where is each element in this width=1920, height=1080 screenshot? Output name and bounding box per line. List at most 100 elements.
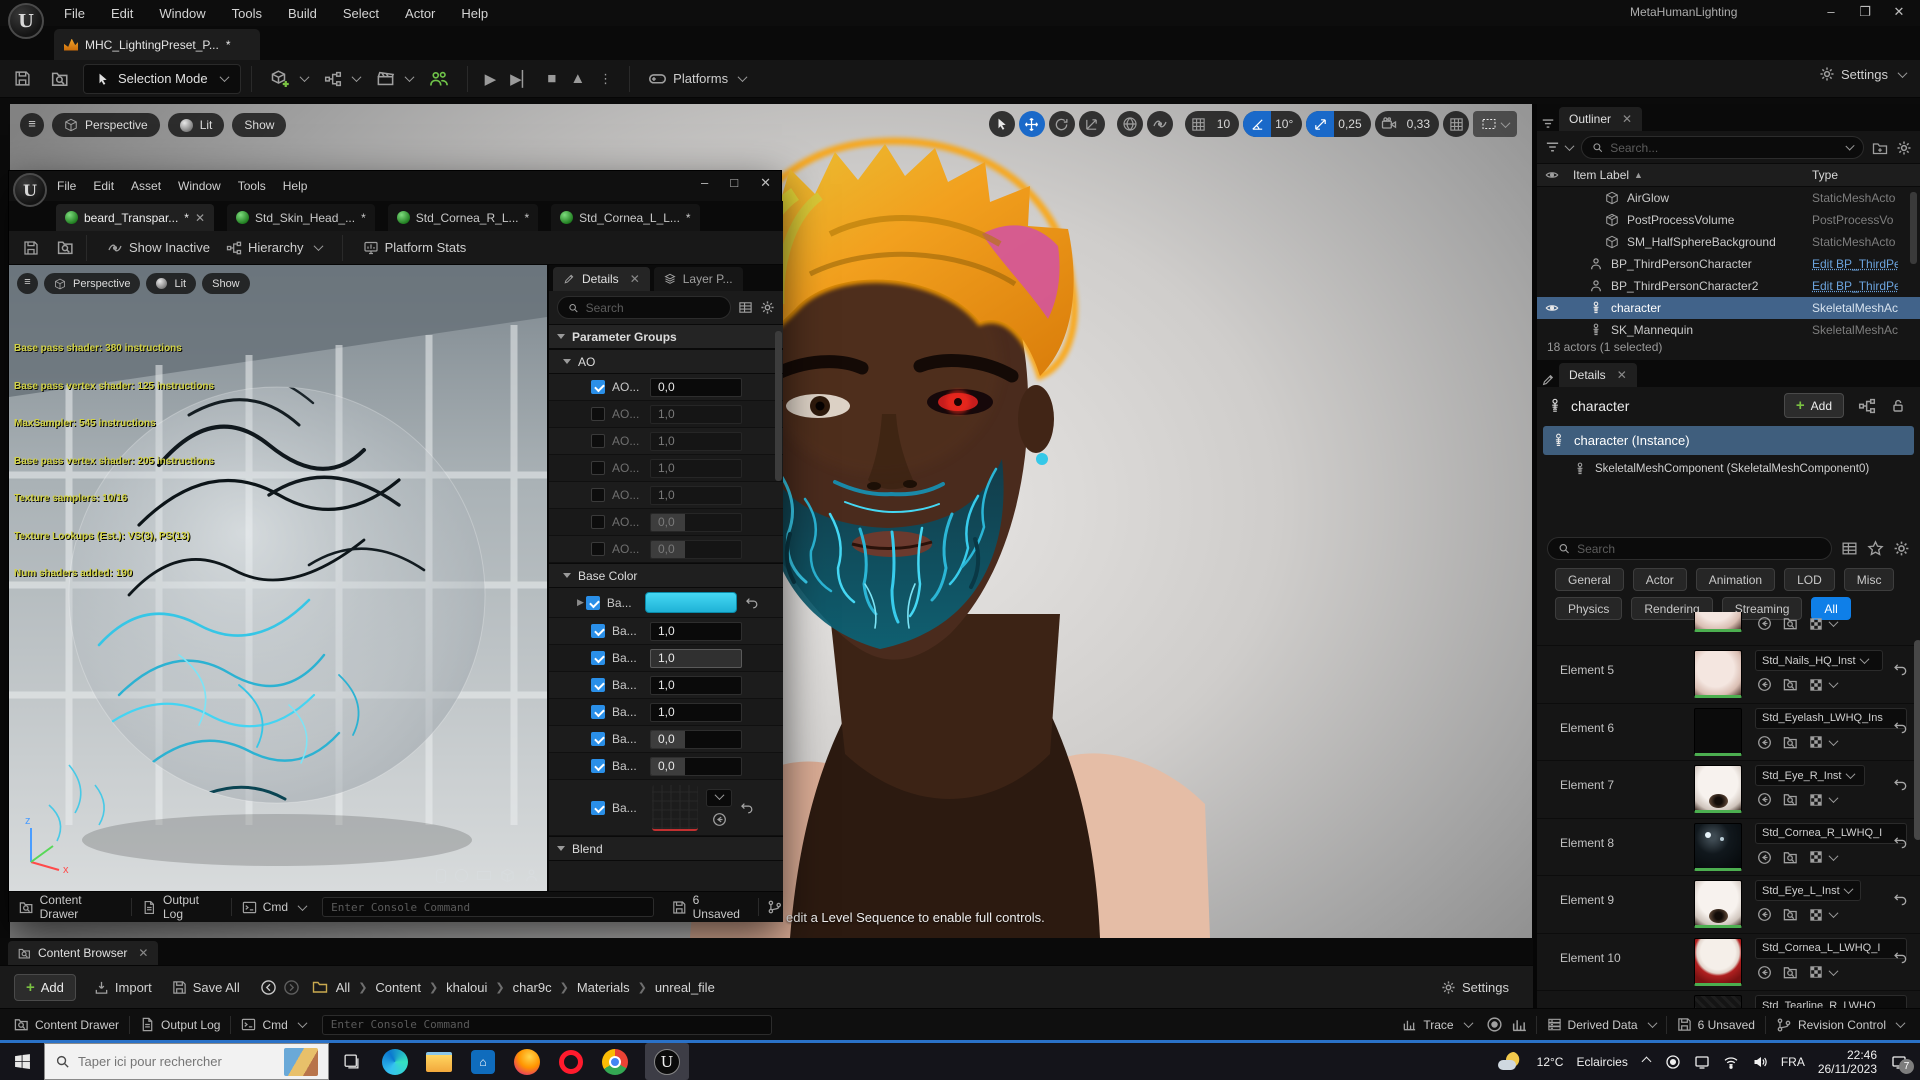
lit-dropdown[interactable]: Lit	[168, 113, 225, 137]
tab-material-skin-head[interactable]: Std_Skin_Head_...*	[227, 204, 375, 231]
reset-to-default-icon[interactable]	[1893, 892, 1908, 907]
volume-icon[interactable]	[1752, 1054, 1768, 1070]
use-selected-asset-icon[interactable]	[1757, 792, 1772, 807]
material-dropdown[interactable]: Std_Cornea_L_LWHQ_I	[1755, 938, 1907, 959]
material-thumbnail[interactable]	[1694, 708, 1742, 756]
parameter-row[interactable]: AO... 0,0	[549, 536, 783, 563]
show-inactive-button[interactable]: Show Inactive	[99, 233, 218, 263]
rotate-tool[interactable]	[1049, 111, 1075, 137]
grid-snap-control[interactable]: 10	[1185, 111, 1239, 137]
parameter-row[interactable]: AO... 1,0	[549, 428, 783, 455]
outliner-row-selected[interactable]: character SkeletalMeshAc	[1537, 297, 1920, 319]
reset-to-default-icon[interactable]	[745, 596, 759, 610]
material-thumbnail[interactable]	[1694, 880, 1742, 928]
chip-actor[interactable]: Actor	[1633, 568, 1687, 591]
convert-texture-icon[interactable]	[1809, 735, 1823, 749]
visibility-eye-icon[interactable]	[1545, 301, 1559, 315]
tab-details[interactable]: Details ✕	[1559, 363, 1637, 387]
unsaved-button[interactable]: 6 Unsaved	[662, 892, 758, 922]
params-settings-gear-icon[interactable]	[760, 300, 775, 315]
blueprint-convert-icon[interactable]	[1858, 397, 1876, 415]
reset-to-default-icon[interactable]	[1893, 662, 1908, 677]
param-value-field[interactable]: 1,0	[650, 459, 742, 478]
breadcrumb-khaloui[interactable]: khaloui	[446, 980, 487, 995]
menu-help[interactable]: Help	[283, 179, 308, 193]
snapshot-icon[interactable]	[1511, 1016, 1528, 1033]
unsaved-button[interactable]: 6 Unsaved	[1667, 1009, 1765, 1040]
parameter-row[interactable]: AO... 1,0	[549, 401, 783, 428]
param-checkbox[interactable]	[591, 801, 605, 815]
details-search[interactable]	[1547, 537, 1832, 560]
param-checkbox[interactable]	[586, 596, 600, 610]
instance-row[interactable]: character (Instance)	[1543, 426, 1914, 455]
clock[interactable]: 22:46 26/11/2023	[1818, 1048, 1877, 1076]
param-checkbox[interactable]	[591, 624, 605, 638]
menu-tools[interactable]: Tools	[232, 6, 262, 21]
parameter-row[interactable]: Ba... 0,0	[549, 753, 783, 780]
param-checkbox[interactable]	[591, 407, 605, 421]
reset-to-default-icon[interactable]	[1893, 720, 1908, 735]
tab-material-cornea-r[interactable]: Std_Cornea_R_L...*	[388, 204, 538, 231]
viewport-layout-icon[interactable]	[1443, 111, 1469, 137]
wifi-icon[interactable]	[1723, 1054, 1739, 1070]
language-indicator[interactable]: FRA	[1781, 1055, 1805, 1069]
param-value-field[interactable]: 1,0	[650, 676, 742, 695]
notification-center[interactable]: 7	[1890, 1054, 1908, 1070]
parameter-groups-header[interactable]: Parameter Groups	[549, 324, 783, 349]
preview-sphere-icon[interactable]	[455, 869, 468, 882]
tab-material-cornea-l[interactable]: Std_Cornea_L_L...*	[551, 204, 699, 231]
filter-icon[interactable]	[1545, 140, 1560, 155]
param-slider-field[interactable]: 0,0	[650, 757, 742, 776]
breadcrumb-all[interactable]: All	[336, 980, 350, 995]
play-button[interactable]: ▶	[478, 70, 504, 88]
element-row[interactable]: Element 6 Std_Eyelash_LWHQ_Ins	[1537, 703, 1920, 761]
eject-button[interactable]: ▲	[563, 70, 592, 87]
menu-window[interactable]: Window	[178, 179, 221, 193]
taskbar-app-edge[interactable]	[373, 1043, 417, 1080]
console-command-input[interactable]	[331, 1018, 763, 1031]
scale-tool[interactable]	[1079, 111, 1105, 137]
param-slider-field[interactable]: 0,0	[650, 513, 742, 532]
outliner-search[interactable]	[1581, 136, 1864, 159]
breadcrumb-char9c[interactable]: char9c	[513, 980, 552, 995]
console-command-box[interactable]	[322, 897, 654, 917]
outliner-settings-gear-icon[interactable]	[1896, 140, 1912, 156]
stop-button[interactable]: ■	[540, 70, 563, 87]
parameter-row[interactable]: ▶ Ba...	[549, 588, 783, 618]
param-value-field[interactable]: 1,0	[650, 405, 742, 424]
parameter-row[interactable]: AO... 0,0	[549, 509, 783, 536]
taskbar-app-chrome[interactable]	[593, 1043, 637, 1080]
tab-material-beard[interactable]: beard_Transpar...* ✕	[56, 204, 214, 231]
back-icon[interactable]	[260, 979, 277, 996]
favorites-star-icon[interactable]	[1867, 540, 1884, 557]
param-value-field[interactable]: 1,0	[650, 703, 742, 722]
use-selected-asset-icon[interactable]	[1757, 616, 1772, 631]
material-dropdown[interactable]: Std_Tearline_R_LWHQ_	[1755, 995, 1907, 1008]
menu-edit[interactable]: Edit	[111, 6, 133, 21]
material-dropdown[interactable]: Std_Eyelash_LWHQ_Ins	[1755, 708, 1907, 729]
param-value-field[interactable]: 0,0	[650, 378, 742, 397]
chip-general[interactable]: General	[1555, 568, 1624, 591]
add-asset-button[interactable]: + Add	[14, 974, 76, 1001]
close-icon[interactable]: ✕	[1617, 368, 1627, 382]
details-search-input[interactable]	[1577, 542, 1821, 556]
content-drawer-button[interactable]: Content Drawer	[9, 892, 131, 922]
param-value-field[interactable]: 1,0	[650, 486, 742, 505]
weather-desc[interactable]: Eclaircies	[1576, 1055, 1627, 1069]
settings-dropdown[interactable]: Settings	[1819, 66, 1906, 82]
component-row[interactable]: SkeletalMeshComponent (SkeletalMeshCompo…	[1537, 455, 1920, 482]
material-params-search-input[interactable]	[586, 301, 720, 315]
texture-thumbnail[interactable]	[652, 785, 698, 831]
play-options-icon[interactable]: ⋮	[592, 71, 619, 87]
menu-tools[interactable]: Tools	[238, 179, 266, 193]
menu-build[interactable]: Build	[288, 6, 317, 21]
tray-expand-icon[interactable]	[1641, 1057, 1651, 1067]
material-dropdown[interactable]: Std_Cornea_R_LWHQ_I	[1755, 823, 1907, 844]
material-thumbnail[interactable]	[1694, 823, 1742, 871]
convert-texture-icon[interactable]	[1809, 908, 1823, 922]
menu-asset[interactable]: Asset	[131, 179, 161, 193]
output-log-button[interactable]: Output Log	[132, 892, 230, 922]
menu-actor[interactable]: Actor	[405, 6, 435, 21]
save-icon[interactable]	[23, 240, 39, 256]
content-drawer-button[interactable]: Content Drawer	[4, 1009, 129, 1040]
